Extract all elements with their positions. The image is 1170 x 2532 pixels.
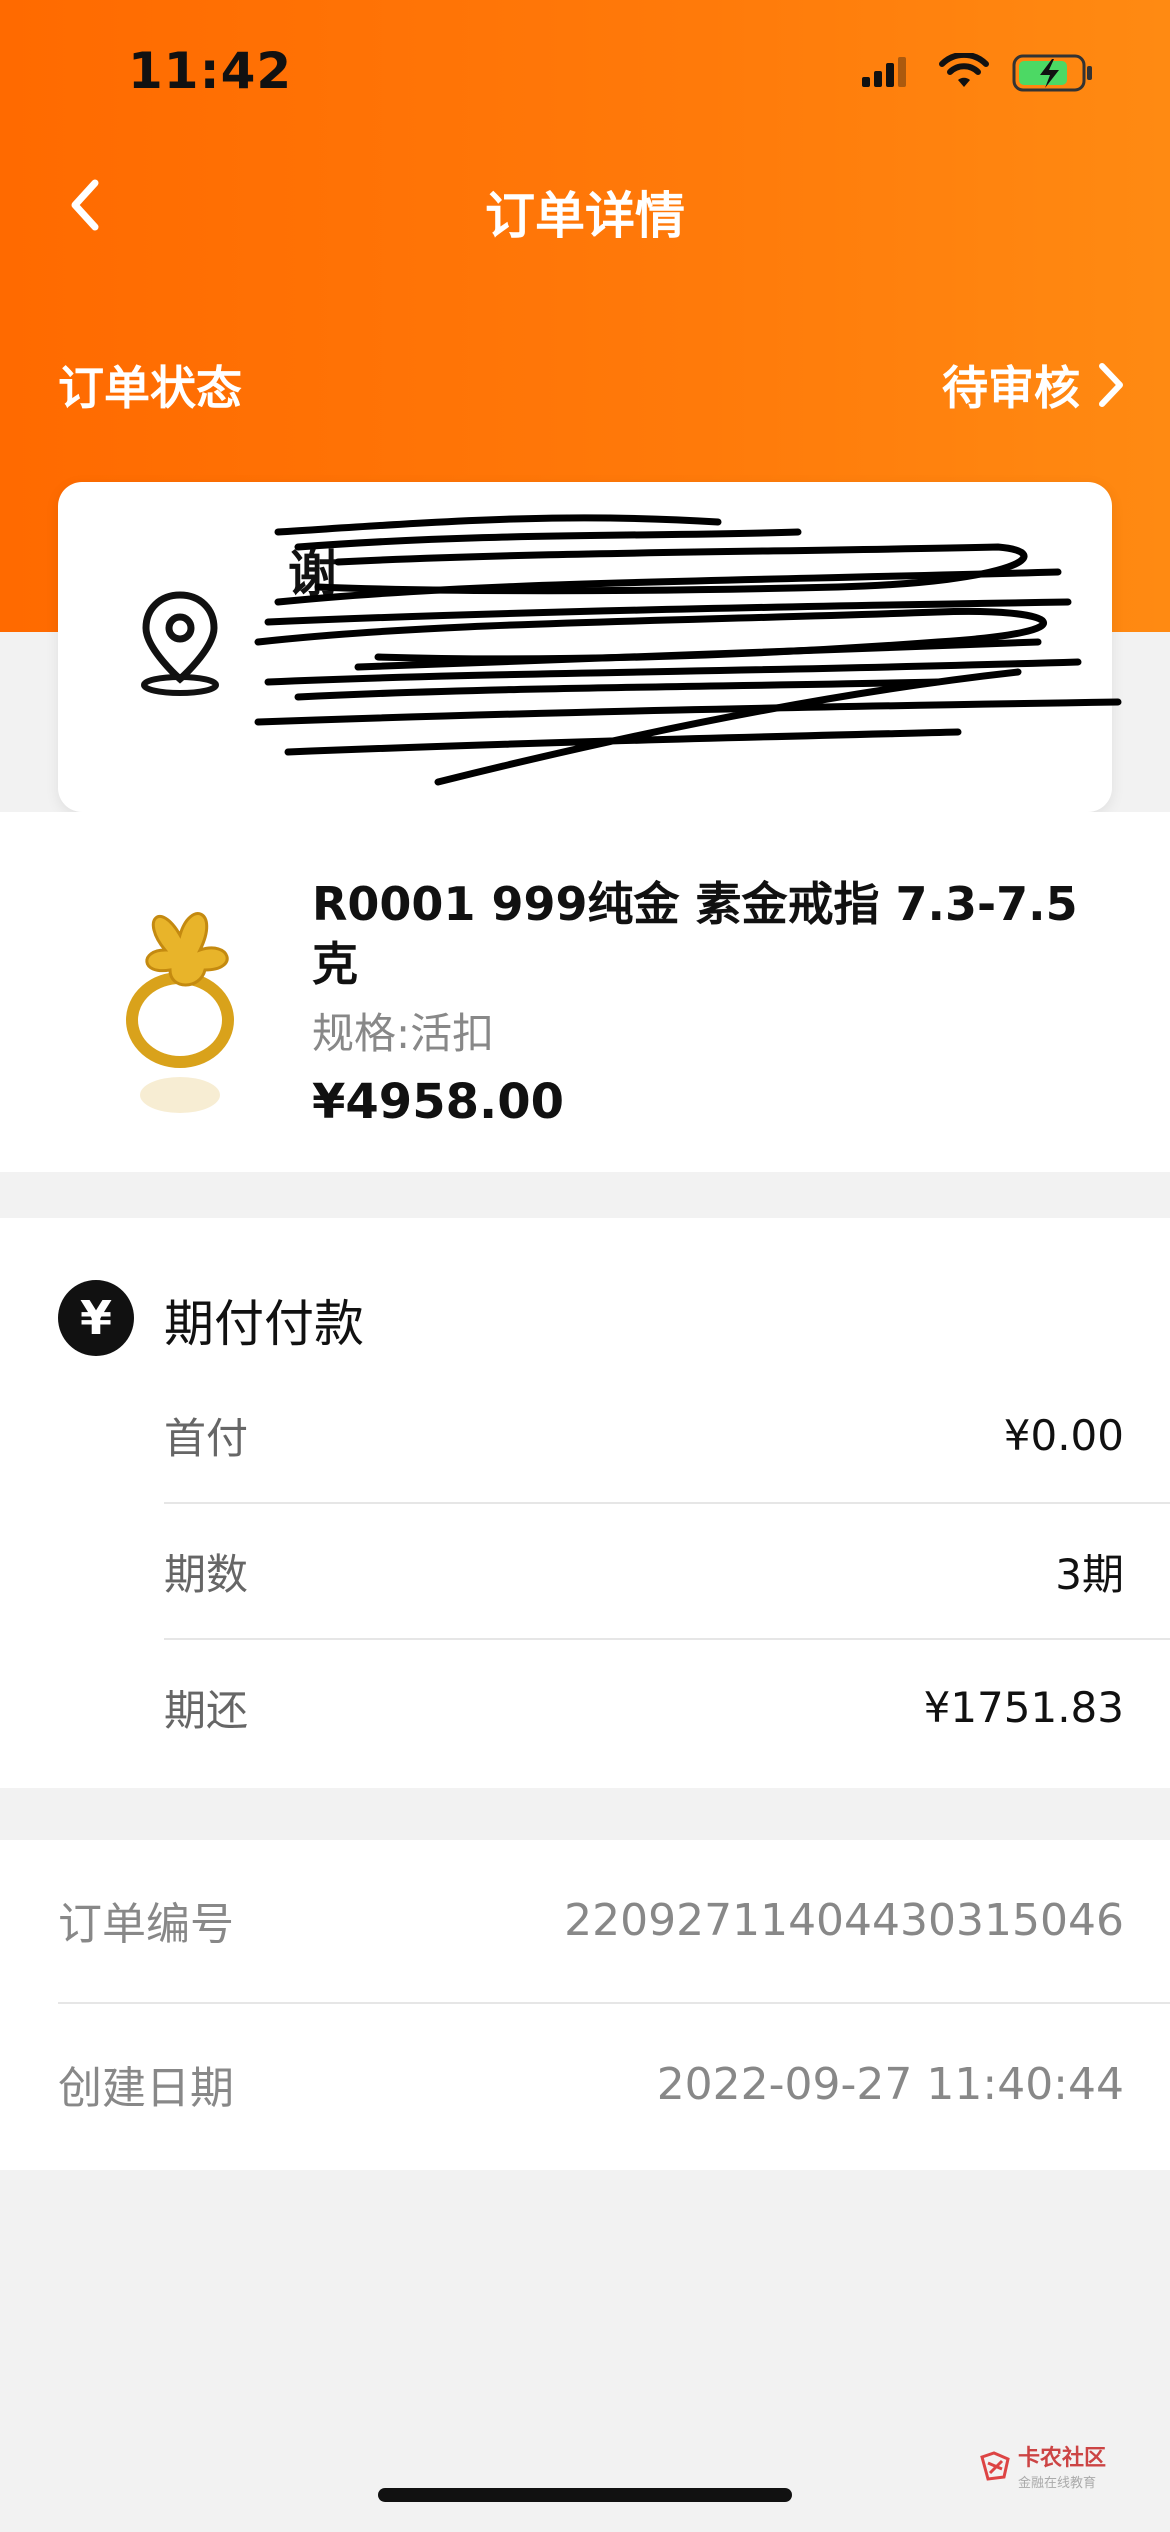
installments-label: 期数 xyxy=(164,1549,249,1599)
status-icons xyxy=(860,52,1094,94)
installments-row: 期数 3期 xyxy=(164,1504,1124,1638)
home-indicator xyxy=(378,2488,792,2502)
installment-amount-row: 期还 ¥1751.83 xyxy=(164,1640,1124,1774)
order-number-label: 订单编号 xyxy=(58,1899,234,1950)
order-status-label: 订单状态 xyxy=(58,361,242,415)
down-payment-value: ¥0.00 xyxy=(1003,1410,1124,1460)
order-number-value[interactable]: 220927114044303150​46 xyxy=(564,1895,1124,1946)
redaction-scribble xyxy=(254,514,1122,786)
product-name: R0001 999纯金 素金戒指 7.3-7.5克 xyxy=(312,877,1078,991)
status-bar: 11:42 xyxy=(0,0,1170,150)
watermark-subtext: 金融在线教育 xyxy=(1017,2476,1096,2491)
order-status-value: 待审核 xyxy=(942,361,1080,415)
order-status-value-group: 待审核 xyxy=(942,352,1126,418)
battery-charging-icon xyxy=(1012,54,1092,92)
location-pin-icon xyxy=(141,591,219,696)
watermark-text: 卡农社区 xyxy=(1017,2446,1106,2471)
created-date-value: 2022-09-27 11:40:44 xyxy=(656,2058,1124,2110)
product-image xyxy=(126,912,234,1113)
installment-amount-label: 期还 xyxy=(164,1685,249,1735)
yuan-icon: ¥ xyxy=(58,1280,134,1356)
created-date-row: 创建日期 2022-09-27 11:40:44 xyxy=(58,2004,1124,2164)
created-date-label: 创建日期 xyxy=(58,2063,234,2114)
watermark-logo-icon xyxy=(980,2450,1010,2481)
product-section[interactable]: R0001 999纯金 素金戒指 7.3-7.5克 规格:活扣 ¥4958.00 xyxy=(0,812,1170,1172)
installment-payment-section: ¥ 期付付款 首付 ¥0.00 期数 3期 期还 ¥1751.83 xyxy=(0,1218,1170,1788)
product-spec: 规格:活扣 xyxy=(312,1009,495,1058)
wifi-icon xyxy=(939,53,989,87)
cellular-signal-icon xyxy=(862,57,906,87)
product-price: ¥4958.00 xyxy=(312,1074,565,1130)
order-number-row: 订单编号 220927114044303150​46 xyxy=(58,1840,1124,2000)
watermark: 卡农社区 金融在线教育 xyxy=(978,2440,1106,2491)
installment-amount-value: ¥1751.83 xyxy=(923,1682,1124,1732)
order-status-row[interactable]: 订单状态 待审核 xyxy=(58,350,1126,420)
down-payment-label: 首付 xyxy=(164,1413,249,1463)
status-time: 11:42 xyxy=(128,42,293,100)
payment-title: 期付付款 xyxy=(164,1295,364,1353)
address-card[interactable]: 谢 xyxy=(58,482,1122,812)
chevron-right-icon xyxy=(1099,363,1123,407)
order-info-section: 订单编号 220927114044303150​46 创建日期 2022-09-… xyxy=(0,1840,1170,2170)
page-title: 订单详情 xyxy=(485,187,685,245)
installments-value: 3期 xyxy=(1055,1549,1124,1599)
navigation-bar: 订单详情 xyxy=(0,160,1170,250)
down-payment-row: 首付 ¥0.00 xyxy=(164,1368,1124,1502)
